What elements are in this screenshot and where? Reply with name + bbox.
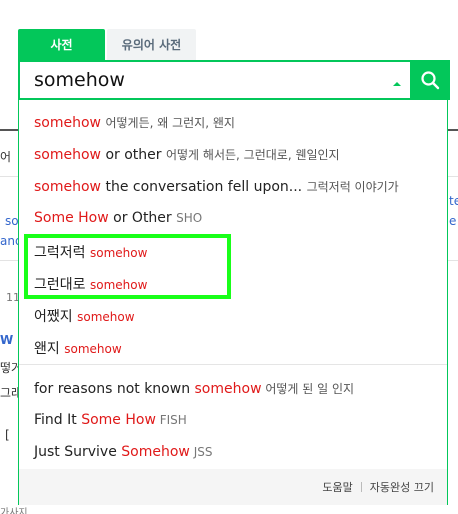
- bg-link-fragment: so: [5, 214, 19, 228]
- bg-link-fragment: e: [449, 214, 457, 228]
- tab-synonym-label: 유의어 사전: [121, 38, 182, 52]
- suggestion-abbreviation: SHO: [176, 211, 203, 225]
- suggestion-item[interactable]: 왠지 somehow: [19, 330, 447, 362]
- bg-text-fragment: 가사지: [0, 508, 28, 514]
- bg-link-fragment: te: [449, 194, 458, 208]
- suggestion-korean: 그럭저럭: [34, 245, 90, 261]
- suggestion-meaning: 어떻게든, 왜 그런지, 왠지: [105, 116, 235, 130]
- phrase-text: for reasons not known: [34, 381, 195, 397]
- suggestion-text: the conversation fell upon...: [101, 179, 307, 195]
- help-link[interactable]: 도움말: [322, 479, 352, 495]
- search-icon: [421, 71, 440, 90]
- suggestion-keyword: somehow: [34, 179, 101, 195]
- suggestion-item[interactable]: 그런대로 somehow: [19, 266, 447, 298]
- suggestion-keyword: Some How: [34, 210, 109, 226]
- tab-dictionary[interactable]: 사전: [18, 29, 105, 60]
- suggestion-meaning: 어떻게 해서든, 그런대로, 웬일인지: [165, 148, 340, 162]
- phrase-item[interactable]: for reasons not known somehow 어떻게 된 일 인지: [19, 372, 447, 404]
- phrase-abbreviation: FISH: [155, 413, 187, 427]
- phrase-keyword: Somehow: [121, 444, 190, 460]
- phrase-keyword: Some How: [81, 412, 156, 428]
- suggestion-korean: 그런대로: [34, 277, 90, 293]
- suggestion-keyword: somehow: [77, 310, 135, 324]
- suggestion-keyword: somehow: [89, 278, 148, 292]
- search-input[interactable]: [34, 67, 374, 93]
- phrase-text: Just Survive: [34, 444, 122, 460]
- suggestion-item[interactable]: Some How or Other SHO: [19, 202, 447, 234]
- phrase-item[interactable]: Just Survive Somehow JSS: [19, 436, 447, 468]
- phrase-text: Find It: [34, 412, 82, 428]
- suggestion-keyword: somehow: [34, 115, 101, 131]
- suggestion-korean: 어쨌지: [34, 309, 78, 325]
- dropdown-divider: [19, 364, 447, 365]
- suggestion-item[interactable]: 어쨌지 somehow: [19, 298, 447, 330]
- footer-divider: [360, 482, 362, 492]
- phrase-keyword: somehow: [194, 381, 262, 397]
- suggestion-korean: 왠지: [34, 341, 65, 357]
- bg-text-fragment: [: [5, 428, 10, 442]
- bg-text-fragment: W: [0, 333, 14, 347]
- phrase-abbreviation: JSS: [189, 445, 213, 459]
- autocomplete-toggle-icon[interactable]: [390, 75, 404, 87]
- suggestion-keyword: somehow: [89, 246, 148, 260]
- suggestion-meaning: 그럭저럭 이야기가: [306, 180, 399, 194]
- suggestion-item[interactable]: 그럭저럭 somehow: [19, 234, 447, 266]
- search-box: [18, 60, 450, 100]
- suggestion-keyword: somehow: [34, 147, 101, 163]
- suggestion-keyword: somehow: [64, 342, 122, 356]
- suggestion-item[interactable]: somehow or other 어떻게 해서든, 그런대로, 웬일인지: [19, 138, 447, 170]
- suggestion-text: or Other: [108, 210, 177, 226]
- dropdown-footer: 도움말 자동완성 끄기: [19, 469, 447, 505]
- tab-dictionary-label: 사전: [50, 38, 73, 52]
- suggestion-item[interactable]: somehow 어떻게든, 왜 그런지, 왠지: [19, 106, 447, 138]
- tab-synonym-dictionary[interactable]: 유의어 사전: [107, 29, 196, 60]
- autocomplete-dropdown: somehow 어떻게든, 왜 그런지, 왠지 somehow or other…: [18, 100, 448, 505]
- search-button[interactable]: [410, 60, 450, 100]
- autocomplete-off-link[interactable]: 자동완성 끄기: [370, 479, 434, 495]
- bg-text-fragment: 어: [0, 150, 12, 164]
- phrase-meaning: 어떻게 된 일 인지: [261, 382, 355, 396]
- phrase-item[interactable]: Find It Some How FISH: [19, 404, 447, 436]
- suggestion-item[interactable]: somehow the conversation fell upon... 그럭…: [19, 170, 447, 202]
- suggestion-text: or other: [101, 147, 166, 163]
